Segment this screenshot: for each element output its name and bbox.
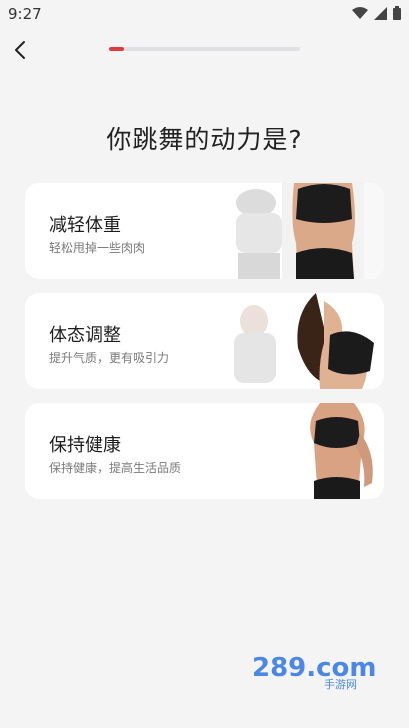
chevron-left-icon <box>15 41 25 59</box>
cellular-signal-icon <box>374 6 387 20</box>
watermark-logo: 289.com 手游网 <box>252 653 377 690</box>
status-bar: 9:27 <box>0 0 409 28</box>
wifi-icon <box>352 6 368 19</box>
status-time: 9:27 <box>8 5 42 23</box>
option-card-lose-weight[interactable]: 减轻体重 轻松甩掉一些肉肉 <box>25 183 384 279</box>
fitness-model-image <box>224 183 384 279</box>
option-card-health[interactable]: 保持健康 保持健康，提高生活品质 <box>25 403 384 499</box>
back-button[interactable] <box>8 38 32 62</box>
watermark-main-text: 289.com <box>252 653 377 683</box>
option-subtitle: 保持健康，提高生活品质 <box>49 461 182 475</box>
question-title: 你跳舞的动力是? <box>106 125 303 154</box>
progress-fill <box>109 47 125 51</box>
battery-icon <box>393 6 401 20</box>
option-subtitle: 轻松甩掉一些肉肉 <box>49 241 146 255</box>
option-title: 减轻体重 <box>49 215 121 236</box>
option-title: 体态调整 <box>49 325 121 346</box>
progress-bar <box>109 47 300 51</box>
fitness-model-image <box>224 403 384 499</box>
option-title: 保持健康 <box>49 435 121 456</box>
option-subtitle: 提升气质，更有吸引力 <box>49 351 170 365</box>
watermark-sub-text: 手游网 <box>324 677 357 690</box>
option-card-posture[interactable]: 体态调整 提升气质，更有吸引力 <box>25 293 384 389</box>
status-icons <box>352 6 401 20</box>
fitness-model-image <box>224 293 384 389</box>
